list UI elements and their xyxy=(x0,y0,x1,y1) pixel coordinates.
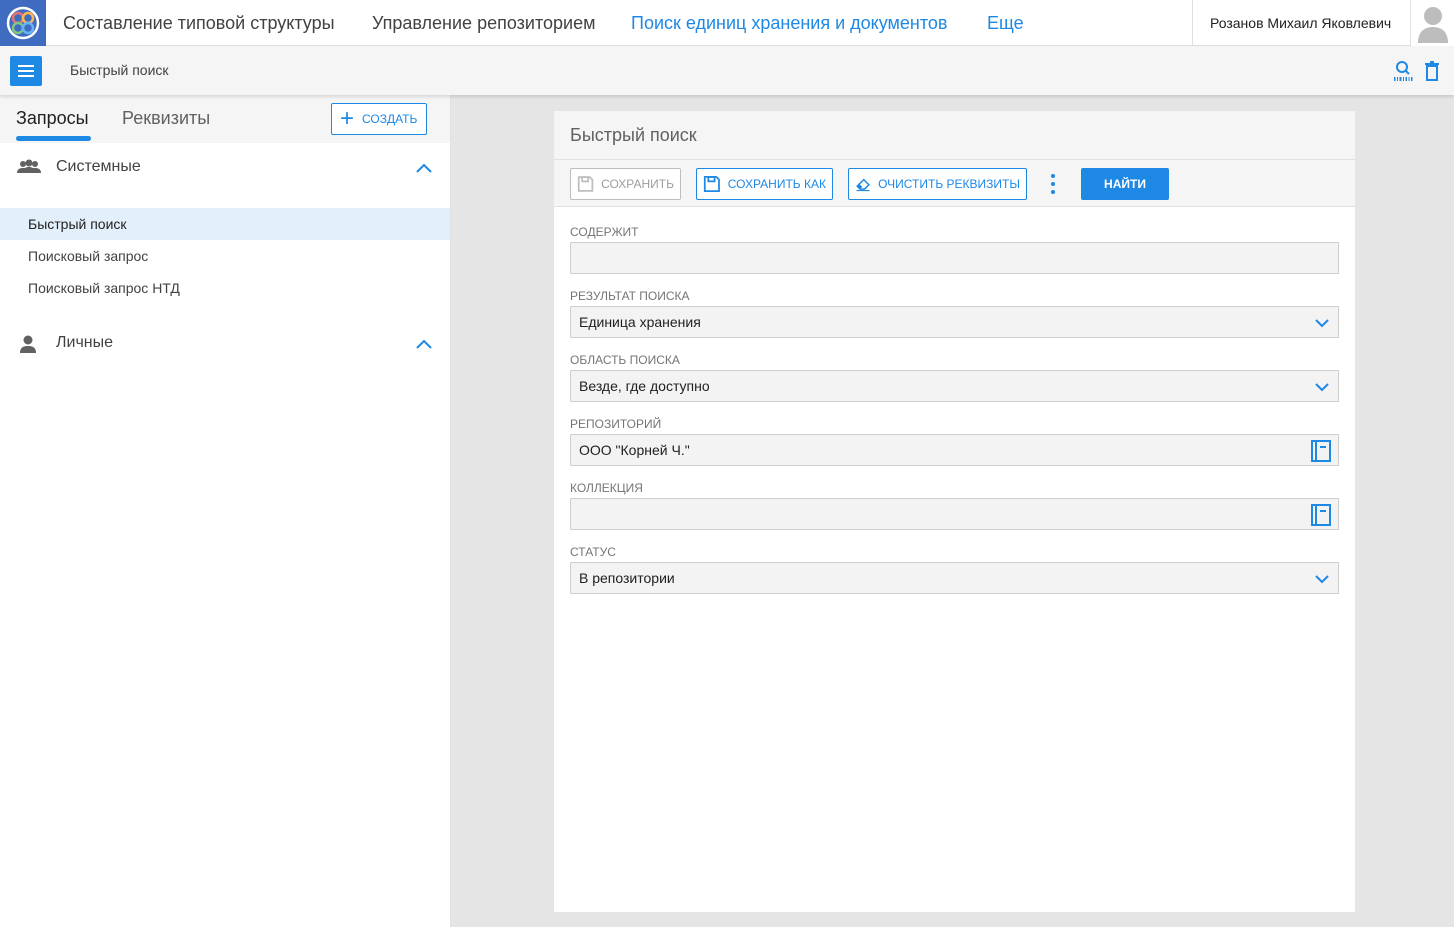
group-personal-label: Личные xyxy=(56,334,114,351)
list-item-quick-search[interactable]: Быстрый поиск xyxy=(0,208,450,240)
hamburger-icon xyxy=(18,65,34,77)
clear-attributes-button[interactable]: ОЧИСТИТЬ РЕКВИЗИТЫ xyxy=(848,168,1027,200)
search-form-card: Быстрый поиск СОХРАНИТЬ СОХРАНИТЬ КАК ОЧ… xyxy=(554,111,1355,912)
nav-item-storage-search[interactable]: Поиск единиц хранения и документов xyxy=(631,0,947,46)
search-result-select[interactable]: Единица хранения xyxy=(570,306,1339,338)
delete-button[interactable] xyxy=(1422,60,1444,82)
eraser-icon xyxy=(856,178,870,192)
search-barcode-icon xyxy=(1394,61,1413,81)
group-system[interactable]: Системные xyxy=(0,148,450,188)
group-personal[interactable]: Личные xyxy=(0,324,450,364)
tab-queries[interactable]: Запросы xyxy=(16,108,89,129)
catalog-picker-icon xyxy=(1311,504,1331,526)
create-button-label: СОЗДАТЬ xyxy=(362,112,418,126)
avatar[interactable] xyxy=(1410,0,1454,46)
workspace: Быстрый поиск СОХРАНИТЬ СОХРАНИТЬ КАК ОЧ… xyxy=(451,95,1454,927)
nav-item-more[interactable]: Еще xyxy=(987,0,1024,46)
sidebar-tabs: Запросы Реквизиты + СОЗДАТЬ xyxy=(0,95,450,143)
user-avatar-icon xyxy=(1417,7,1448,43)
chevron-down-icon xyxy=(1315,383,1329,392)
chevron-up-icon xyxy=(416,163,432,173)
search-result-label: Результат поиска xyxy=(570,289,690,303)
save-button-label: СОХРАНИТЬ xyxy=(601,177,674,191)
top-navigation: Составление типовой структуры Управление… xyxy=(0,0,1454,46)
clear-attributes-button-label: ОЧИСТИТЬ РЕКВИЗИТЫ xyxy=(878,177,1020,191)
search-scope-select[interactable]: Везде, где доступно xyxy=(570,370,1339,402)
find-button[interactable]: НАЙТИ xyxy=(1081,168,1169,200)
card-header: Быстрый поиск xyxy=(554,111,1355,159)
hamburger-menu-button[interactable] xyxy=(10,56,42,86)
app-logo[interactable] xyxy=(0,0,46,46)
plus-icon: + xyxy=(339,105,354,132)
tab-attributes[interactable]: Реквизиты xyxy=(122,108,210,129)
repository-label: Репозиторий xyxy=(570,417,662,431)
repository-picker[interactable]: ООО "Корней Ч." xyxy=(570,434,1339,466)
search-result-value: Единица хранения xyxy=(579,314,701,330)
list-item-search-query[interactable]: Поисковый запрос xyxy=(0,240,450,272)
collection-picker[interactable] xyxy=(570,498,1339,530)
sidebar: Запросы Реквизиты + СОЗДАТЬ Системные Бы… xyxy=(0,95,451,927)
chevron-down-icon xyxy=(1315,575,1329,584)
trash-icon xyxy=(1425,61,1439,81)
repository-value: ООО "Корней Ч." xyxy=(579,442,690,458)
collection-label: Коллекция xyxy=(570,481,643,495)
contains-input[interactable] xyxy=(570,242,1339,274)
search-barcode-button[interactable] xyxy=(1392,60,1414,82)
people-icon xyxy=(17,159,41,173)
save-as-button[interactable]: СОХРАНИТЬ КАК xyxy=(696,168,833,200)
form-toolbar: СОХРАНИТЬ СОХРАНИТЬ КАК ОЧИСТИТЬ РЕКВИЗИ… xyxy=(554,159,1355,207)
floppy-disk-icon xyxy=(703,176,720,192)
catalog-picker-icon xyxy=(1311,440,1331,462)
more-vert-icon[interactable] xyxy=(1049,172,1057,196)
user-name[interactable]: Розанов Михаил Яковлевич xyxy=(1192,0,1410,46)
page-toolbar: Быстрый поиск xyxy=(0,46,1454,95)
group-system-label: Системные xyxy=(56,158,141,175)
status-select[interactable]: В репозитории xyxy=(570,562,1339,594)
active-tab-indicator xyxy=(16,136,91,141)
chevron-down-icon xyxy=(1315,319,1329,328)
list-item-search-query-ntd[interactable]: Поисковый запрос НТД xyxy=(0,272,450,304)
page-title: Быстрый поиск xyxy=(70,62,169,78)
search-scope-value: Везде, где доступно xyxy=(579,378,710,394)
floppy-disk-icon xyxy=(577,176,594,192)
save-button[interactable]: СОХРАНИТЬ xyxy=(570,168,681,200)
active-nav-indicator xyxy=(786,84,802,92)
create-button[interactable]: + СОЗДАТЬ xyxy=(331,103,427,135)
nav-item-typical-structure[interactable]: Составление типовой структуры xyxy=(63,0,335,46)
contains-label: Содержит xyxy=(570,225,639,239)
save-as-button-label: СОХРАНИТЬ КАК xyxy=(727,177,826,191)
search-scope-label: Область поиска xyxy=(570,353,680,367)
app-logo-icon xyxy=(6,6,40,40)
form-title: Быстрый поиск xyxy=(570,125,697,145)
person-icon xyxy=(20,335,36,353)
status-label: Статус xyxy=(570,545,616,559)
status-value: В репозитории xyxy=(579,570,675,586)
nav-item-repository-management[interactable]: Управление репозиторием xyxy=(372,0,595,46)
chevron-up-icon xyxy=(416,339,432,349)
